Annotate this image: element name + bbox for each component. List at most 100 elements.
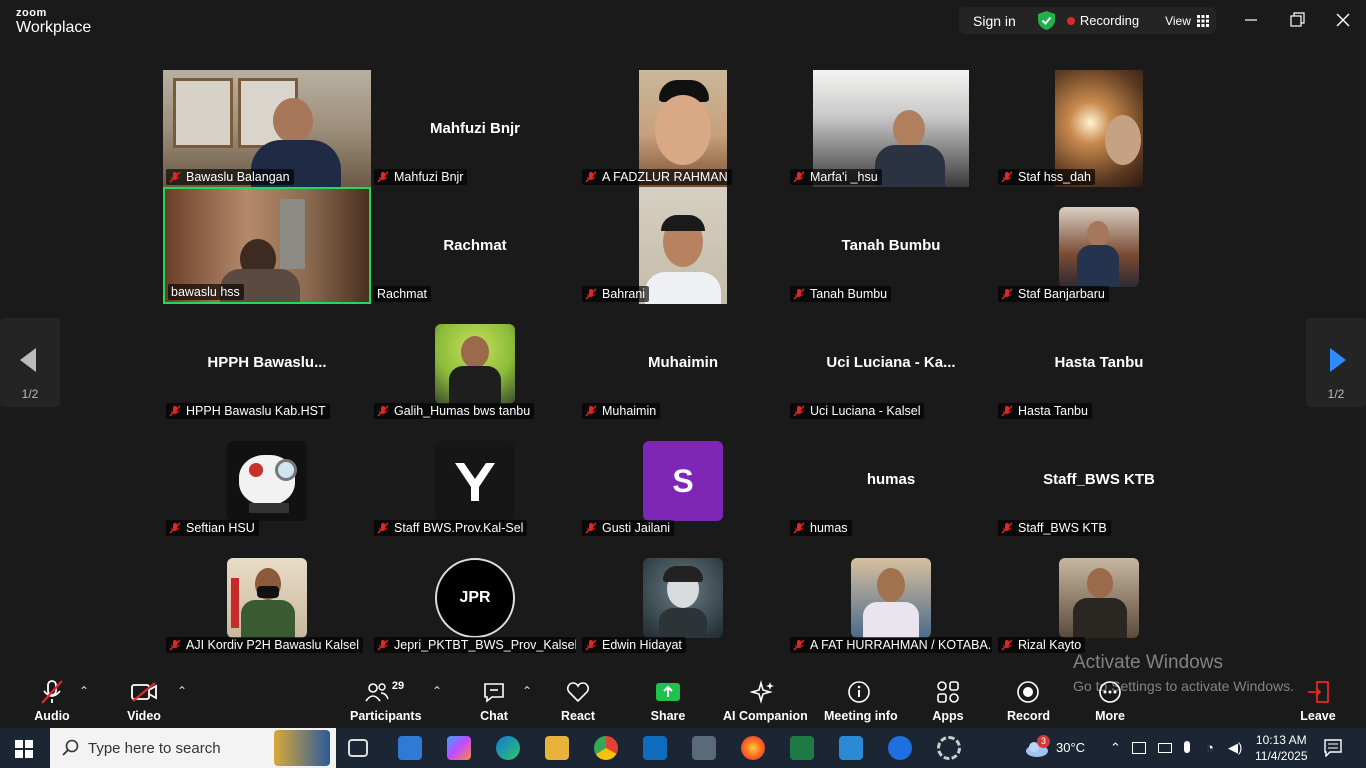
notifications-icon[interactable]: [1324, 739, 1342, 757]
participant-display-name: Uci Luciana - Ka...: [826, 354, 956, 371]
more-button[interactable]: More: [1090, 678, 1130, 723]
previous-page-button[interactable]: 1/2: [0, 318, 60, 407]
video-options-caret[interactable]: ⌃: [177, 684, 187, 698]
microsoft-store-icon[interactable]: [398, 736, 422, 760]
participants-button[interactable]: 29 Participants: [350, 678, 422, 723]
windows-start-icon[interactable]: [15, 740, 33, 758]
participant-tile[interactable]: Galih_Humas bws tanbu: [371, 304, 579, 421]
close-icon[interactable]: [1333, 10, 1353, 30]
participant-tile[interactable]: Staf Banjarbaru: [995, 187, 1203, 304]
chat-options-caret[interactable]: ⌃: [522, 684, 532, 698]
participant-display-name: Rachmat: [443, 237, 507, 254]
participant-tile[interactable]: Staf hss_dah: [995, 70, 1203, 187]
participant-tile[interactable]: JPR Jepri_PKTBT_BWS_Prov_Kalsel: [371, 538, 579, 655]
participant-tile[interactable]: Edwin Hidayat: [579, 538, 787, 655]
sign-in-button[interactable]: Sign in: [973, 13, 1016, 29]
mic-muted-icon: [169, 522, 181, 534]
participant-tile[interactable]: AJI Kordiv P2H Bawaslu Kalsel: [163, 538, 371, 655]
mic-muted-icon: [793, 522, 805, 534]
taskbar-search-box[interactable]: Type here to search: [50, 728, 336, 768]
participant-tile[interactable]: Tanah Bumbu Tanah Bumbu: [787, 187, 995, 304]
search-icon: [62, 739, 79, 756]
participant-tile[interactable]: Rizal Kayto: [995, 538, 1203, 655]
weather-temperature[interactable]: 30°C: [1056, 740, 1085, 755]
participant-display-name: Staff_BWS KTB: [1043, 471, 1155, 488]
participant-label: Mahfuzi Bnjr: [374, 169, 468, 185]
calculator-icon[interactable]: [692, 736, 716, 760]
restore-icon[interactable]: [1287, 10, 1307, 30]
participant-tile[interactable]: Staff BWS.Prov.Kal-Sel: [371, 421, 579, 538]
participant-tile[interactable]: S Gusti Jailani: [579, 421, 787, 538]
copilot-icon[interactable]: [447, 736, 471, 760]
participant-display-name: Muhaimin: [648, 354, 718, 371]
settings-gear-icon[interactable]: [937, 736, 961, 760]
zoom-app-icon[interactable]: [888, 736, 912, 760]
minimize-icon[interactable]: [1241, 10, 1261, 30]
chrome-browser-icon[interactable]: [594, 736, 618, 760]
volume-icon[interactable]: ◀): [1228, 740, 1242, 756]
participant-label: AJI Kordiv P2H Bawaslu Kalsel: [166, 637, 363, 653]
participant-label: Bawaslu Balangan: [166, 169, 294, 185]
participant-tile[interactable]: Muhaimin Muhaimin: [579, 304, 787, 421]
meeting-info-button[interactable]: Meeting info: [824, 678, 898, 723]
participant-label: Rizal Kayto: [998, 637, 1086, 653]
participant-tile[interactable]: Bahrani: [579, 187, 787, 304]
participant-tile[interactable]: Mahfuzi Bnjr Mahfuzi Bnjr: [371, 70, 579, 187]
mic-muted-icon: [793, 288, 805, 300]
participant-avatar: S: [643, 441, 723, 521]
participants-options-caret[interactable]: ⌃: [432, 684, 442, 698]
chat-button[interactable]: Chat: [474, 678, 514, 723]
outlook-icon[interactable]: [643, 736, 667, 760]
info-icon: [848, 681, 870, 703]
share-button[interactable]: Share: [648, 678, 688, 723]
participants-count: 29: [391, 680, 405, 692]
audio-button[interactable]: Audio: [30, 678, 74, 723]
microphone-icon[interactable]: [1184, 741, 1190, 753]
participant-label: Uci Luciana - Kalsel: [790, 403, 925, 419]
ai-companion-button[interactable]: AI Companion: [723, 678, 808, 723]
participant-tile[interactable]: Hasta Tanbu Hasta Tanbu: [995, 304, 1203, 421]
excel-icon[interactable]: [790, 736, 814, 760]
leave-button[interactable]: Leave: [1298, 678, 1338, 723]
participants-icon: [365, 683, 389, 702]
participant-tile[interactable]: Seftian HSU: [163, 421, 371, 538]
firefox-browser-icon[interactable]: [741, 736, 765, 760]
record-button[interactable]: Record: [1007, 678, 1050, 723]
participant-label: bawaslu hss: [168, 284, 244, 300]
participant-label: Muhaimin: [582, 403, 661, 419]
next-page-button[interactable]: 1/2: [1306, 318, 1366, 407]
media-player-icon[interactable]: [839, 736, 863, 760]
participant-tile[interactable]: HPPH Bawaslu... HPPH Bawaslu Kab.HST: [163, 304, 371, 421]
mic-muted-icon: [41, 680, 63, 704]
battery-icon[interactable]: [1132, 742, 1146, 754]
participant-tile[interactable]: Bawaslu Balangan: [163, 70, 371, 187]
mic-muted-icon: [1001, 288, 1013, 300]
mic-muted-icon: [169, 405, 181, 417]
participant-tile[interactable]: Rachmat Rachmat: [371, 187, 579, 304]
wifi-icon[interactable]: ◔: [1206, 740, 1214, 755]
participant-tile[interactable]: Uci Luciana - Ka... Uci Luciana - Kalsel: [787, 304, 995, 421]
participant-tile[interactable]: Staff_BWS KTB Staff_BWS KTB: [995, 421, 1203, 538]
shield-check-icon[interactable]: [1037, 11, 1055, 30]
display-icon[interactable]: [1158, 743, 1172, 753]
edge-browser-icon[interactable]: [496, 736, 520, 760]
apps-button[interactable]: Apps: [928, 678, 968, 723]
participant-tile-active-speaker[interactable]: bawaslu hss: [163, 187, 371, 304]
participant-tile[interactable]: A FAT HURRAHMAN / KOTABA...: [787, 538, 995, 655]
participant-label: Galih_Humas bws tanbu: [374, 403, 535, 419]
participant-tile[interactable]: Marfa'i _hsu: [787, 70, 995, 187]
video-button[interactable]: Video: [122, 678, 166, 723]
chevron-right-icon: [1330, 348, 1346, 372]
leave-door-icon: [1308, 681, 1329, 703]
taskbar-clock[interactable]: 10:13 AM 11/4/2025: [1255, 732, 1308, 764]
audio-options-caret[interactable]: ⌃: [79, 684, 89, 698]
participant-tile[interactable]: A FADZLUR RAHMAN: [579, 70, 787, 187]
file-explorer-icon[interactable]: [545, 736, 569, 760]
recording-indicator[interactable]: Recording: [1080, 13, 1139, 28]
participant-tile[interactable]: humas humas: [787, 421, 995, 538]
view-button[interactable]: View: [1165, 14, 1191, 28]
participant-avatar: [1059, 207, 1139, 287]
show-hidden-icons-chevron-icon[interactable]: ⌃: [1110, 740, 1121, 756]
task-view-icon[interactable]: [348, 739, 368, 757]
react-button[interactable]: React: [558, 678, 598, 723]
